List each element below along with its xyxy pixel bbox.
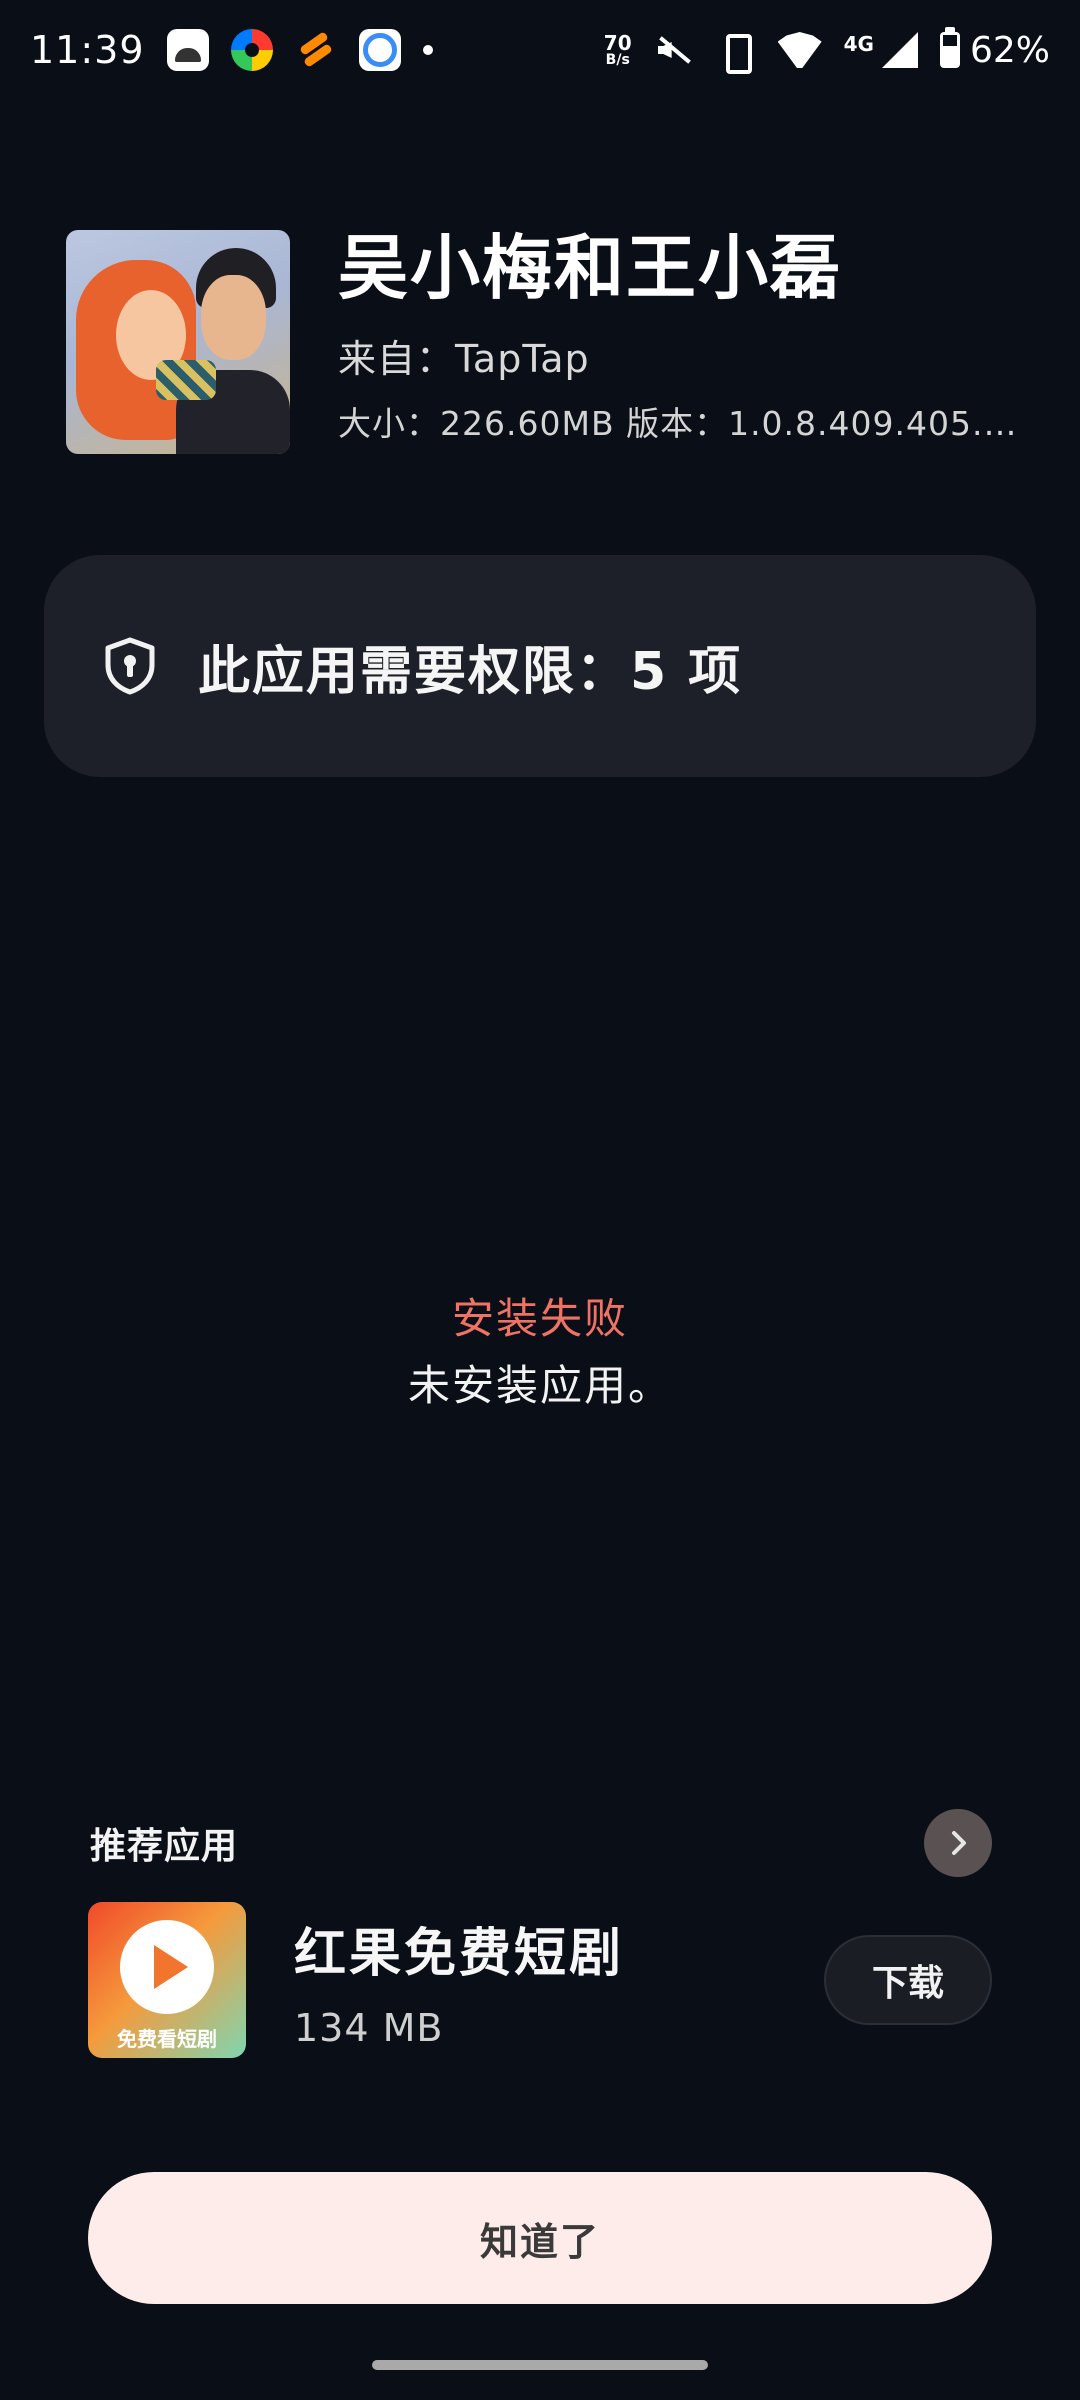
home-indicator[interactable] [372, 2360, 708, 2370]
app-name: 吴小梅和王小磊 [338, 227, 842, 309]
network-speed-value: 70 [603, 31, 632, 55]
recommended-title: 推荐应用 [90, 1826, 239, 1867]
permissions-count-text: 此应用需要权限：5 项 [198, 641, 743, 702]
recommended-app-meta: 红果免费短剧 134 MB [294, 1911, 824, 2050]
app-meta: 吴小梅和王小磊 来自：TapTap 大小：226.60MB 版本：1.0.8.4… [338, 227, 1018, 445]
recommended-app-icon: 免费看短剧 [88, 1902, 246, 2058]
wifi-icon [778, 32, 822, 68]
vibrate-icon [716, 30, 756, 74]
status-bar-right: 70 B/s 4G 62% [604, 27, 1050, 74]
recommended-more-button[interactable] [924, 1809, 992, 1877]
status-time: 11:39 [30, 28, 145, 72]
chevron-right-icon [952, 1831, 966, 1855]
status-bar: 11:39 70 B/s 4G 62% [0, 0, 1080, 100]
recommended-header: 推荐应用 [90, 1808, 992, 1878]
play-icon [120, 1920, 214, 2014]
mute-icon [654, 30, 694, 70]
orange-app-icon [295, 29, 337, 71]
app-icon [66, 230, 290, 454]
install-failed-screen: 11:39 70 B/s 4G 62% 吴小梅和王小磊 来自：TapTap 大小… [0, 0, 1080, 2400]
more-notifications-dot-icon [422, 45, 433, 55]
app-source: 来自：TapTap [338, 337, 590, 381]
colorful-app-icon [230, 29, 273, 71]
install-failed-message: 未安装应用。 [407, 1361, 672, 1410]
recommended-app-size: 134 MB [294, 2005, 444, 2050]
mi-icon [166, 29, 209, 71]
recommended-app-item[interactable]: 免费看短剧 红果免费短剧 134 MB 下载 [88, 1902, 992, 2058]
permissions-card[interactable]: 此应用需要权限：5 项 [44, 555, 1036, 777]
install-status: 安装失败 未安装应用。 [0, 1285, 1080, 1413]
battery-percent: 62% [969, 29, 1050, 71]
recommended-app-name: 红果免费短剧 [294, 1923, 625, 1984]
cell-signal-icon [881, 32, 918, 68]
got-it-button[interactable]: 知道了 [88, 2172, 992, 2304]
shield-lock-icon [104, 637, 156, 695]
app-info-header: 吴小梅和王小磊 来自：TapTap 大小：226.60MB 版本：1.0.8.4… [66, 227, 1026, 460]
browser-icon [358, 29, 401, 71]
network-type-label: 4G [843, 32, 874, 56]
network-speed-unit: B/s [605, 52, 630, 68]
download-button[interactable]: 下载 [824, 1935, 992, 2025]
status-bar-left: 11:39 [30, 28, 433, 72]
recommended-app-icon-caption: 免费看短剧 [117, 2027, 217, 2051]
app-size-version: 大小：226.60MB 版本：1.0.8.409.405.1… [338, 404, 1018, 443]
battery-icon [939, 27, 960, 68]
install-failed-title: 安装失败 [451, 1294, 628, 1343]
network-speed: 70 B/s [604, 33, 632, 67]
